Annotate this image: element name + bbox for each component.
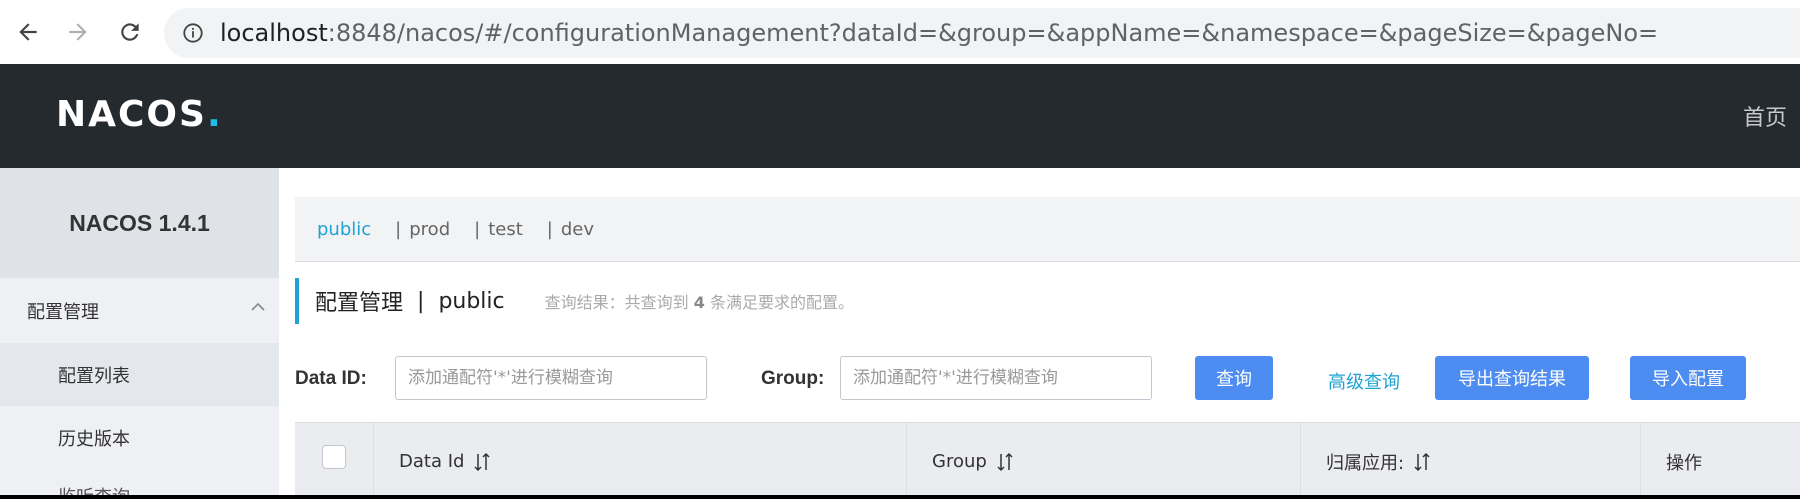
table-header: Data Id Group 归属应用: 操作 xyxy=(295,422,1800,495)
sort-icon[interactable] xyxy=(997,452,1013,472)
home-link[interactable]: 首页 xyxy=(1743,100,1787,132)
column-divider xyxy=(373,423,374,495)
browser-viewport: localhost:8848/nacos/#/configurationMana… xyxy=(0,0,1800,495)
browser-toolbar: localhost:8848/nacos/#/configurationMana… xyxy=(0,0,1800,64)
namespace-separator: | xyxy=(546,218,553,240)
column-header-group[interactable]: Group xyxy=(932,423,1013,495)
sidebar-group-config-management[interactable]: 配置管理 xyxy=(0,278,279,343)
heading-accent-bar xyxy=(295,278,299,324)
advanced-query-link[interactable]: 高级查询 xyxy=(1328,368,1400,394)
sidebar-group-label: 配置管理 xyxy=(27,301,99,323)
forward-button[interactable] xyxy=(58,12,98,52)
sidebar-title: NACOS 1.4.1 xyxy=(0,168,279,278)
logo-text: NACOS xyxy=(56,94,207,135)
arrow-left-icon xyxy=(19,23,37,41)
title-divider: | xyxy=(417,288,425,314)
sidebar-item-history[interactable]: 历史版本 xyxy=(0,406,279,469)
query-result-summary: 查询结果：共查询到 4 条满足要求的配置。 xyxy=(545,289,854,313)
namespace-tab-dev[interactable]: dev xyxy=(561,219,594,240)
group-input[interactable] xyxy=(840,356,1152,400)
column-label: 归属应用: xyxy=(1326,452,1405,474)
page-heading: 配置管理 | public 查询结果：共查询到 4 条满足要求的配置。 xyxy=(295,278,854,324)
sort-icon[interactable] xyxy=(474,452,490,472)
group-label: Group: xyxy=(761,368,825,389)
dataid-label: Data ID: xyxy=(295,368,367,389)
result-suffix: 条满足要求的配置。 xyxy=(709,293,854,312)
namespace-bar: public | prod | test | dev xyxy=(295,197,1800,262)
arrow-right-icon xyxy=(69,23,87,41)
namespace-tab-prod[interactable]: prod xyxy=(409,219,450,240)
logo-dot: . xyxy=(206,94,223,135)
url-text: localhost:8848/nacos/#/configurationMana… xyxy=(220,8,1658,58)
back-button[interactable] xyxy=(8,12,48,52)
sidebar-item-config-list[interactable]: 配置列表 xyxy=(0,343,279,406)
address-bar[interactable]: localhost:8848/nacos/#/configurationMana… xyxy=(164,8,1800,58)
column-header-actions: 操作 xyxy=(1666,423,1702,495)
sidebar: NACOS 1.4.1 配置管理 配置列表 历史版本 监听查询 xyxy=(0,168,279,495)
namespace-tab-test[interactable]: test xyxy=(488,219,523,240)
search-button[interactable]: 查询 xyxy=(1195,356,1273,400)
column-label: 操作 xyxy=(1666,452,1702,474)
nacos-logo[interactable]: NACOS. xyxy=(56,94,223,135)
sidebar-item-listener-query[interactable]: 监听查询 xyxy=(0,469,279,495)
select-all-checkbox[interactable] xyxy=(322,445,346,469)
column-header-app[interactable]: 归属应用: xyxy=(1326,423,1430,495)
column-label: Group xyxy=(932,451,987,472)
app-header: NACOS. 首页 xyxy=(0,64,1800,168)
chevron-up-icon xyxy=(251,302,265,311)
column-label: Data Id xyxy=(399,451,465,472)
export-results-button[interactable]: 导出查询结果 xyxy=(1435,356,1589,400)
sort-icon[interactable] xyxy=(1414,452,1430,472)
page-title: 配置管理 xyxy=(315,291,404,316)
import-config-button[interactable]: 导入配置 xyxy=(1630,356,1746,400)
query-form: Data ID: Group: 查询 高级查询 导出查询结果 导入配置 xyxy=(295,356,1800,402)
info-icon[interactable] xyxy=(182,22,204,44)
reload-icon xyxy=(121,23,139,41)
result-prefix: 查询结果：共查询到 xyxy=(544,293,689,312)
column-divider xyxy=(906,423,907,495)
column-divider xyxy=(1300,423,1301,495)
reload-button[interactable] xyxy=(110,12,150,52)
result-count: 4 xyxy=(693,293,705,312)
current-namespace: public xyxy=(438,288,505,314)
dataid-input[interactable] xyxy=(395,356,707,400)
namespace-separator: | xyxy=(395,218,402,240)
namespace-separator: | xyxy=(474,218,481,240)
column-divider xyxy=(1640,423,1641,495)
main-content: public | prod | test | dev 配置管理 | public… xyxy=(279,168,1800,495)
column-header-dataid[interactable]: Data Id xyxy=(399,423,490,495)
url-host: localhost xyxy=(220,19,328,47)
url-path: :8848/nacos/#/configurationManagement?da… xyxy=(327,19,1659,47)
namespace-tab-public[interactable]: public xyxy=(317,219,371,240)
